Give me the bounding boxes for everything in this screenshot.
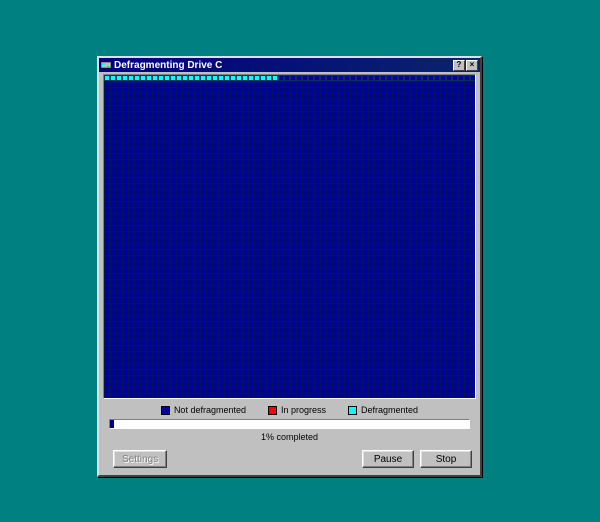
progress-label: 1% completed bbox=[99, 432, 480, 442]
square-icon bbox=[268, 406, 277, 415]
settings-button[interactable]: Settings bbox=[113, 450, 167, 468]
titlebar[interactable]: Defragmenting Drive C ? × bbox=[99, 58, 480, 72]
legend-label: Defragmented bbox=[361, 405, 418, 415]
disk-icon bbox=[101, 60, 111, 70]
legend-label: In progress bbox=[281, 405, 326, 415]
progress-bar bbox=[109, 419, 470, 429]
legend-not-defragmented: Not defragmented bbox=[161, 405, 246, 415]
progress-fill bbox=[110, 420, 114, 428]
button-row: Settings Pause Stop bbox=[107, 450, 472, 468]
drive-map bbox=[103, 74, 476, 399]
square-icon bbox=[161, 406, 170, 415]
stop-button[interactable]: Stop bbox=[420, 450, 472, 468]
legend-in-progress: In progress bbox=[268, 405, 326, 415]
help-button[interactable]: ? bbox=[453, 60, 465, 71]
client-area: Not defragmented In progress Defragmente… bbox=[99, 72, 480, 475]
pause-button[interactable]: Pause bbox=[362, 450, 414, 468]
window-title: Defragmenting Drive C bbox=[114, 60, 452, 71]
legend: Not defragmented In progress Defragmente… bbox=[99, 405, 480, 415]
legend-label: Not defragmented bbox=[174, 405, 246, 415]
square-icon bbox=[348, 406, 357, 415]
legend-defragmented: Defragmented bbox=[348, 405, 418, 415]
close-button[interactable]: × bbox=[466, 60, 478, 71]
drive-map-body bbox=[104, 81, 475, 398]
defrag-window: Defragmenting Drive C ? × Not defragment… bbox=[97, 56, 482, 477]
